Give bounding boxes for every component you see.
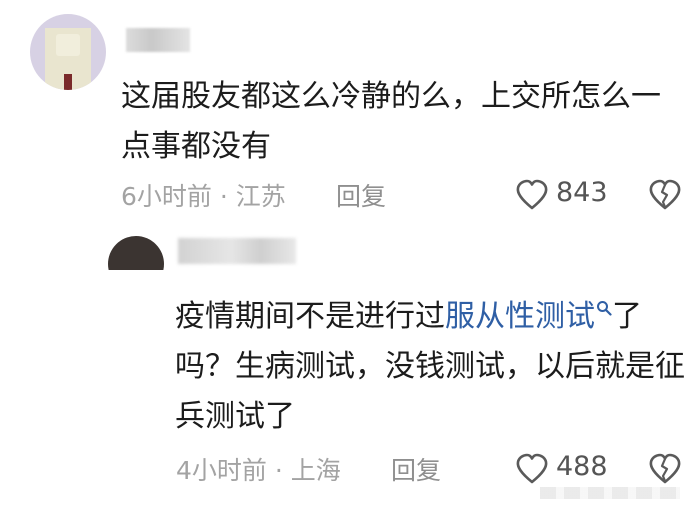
search-link-label[interactable]: 服从性测试: [445, 299, 595, 334]
comment-reply-button[interactable]: 回复: [336, 177, 386, 213]
replier-avatar[interactable]: [108, 236, 164, 270]
reply-text-before: 疫情期间不是进行过: [175, 299, 445, 334]
reply-time-location: 4小时前 · 上海: [176, 456, 341, 485]
like-count: 488: [556, 451, 608, 482]
watermark: [540, 487, 680, 499]
commenter-username-redacted[interactable]: [126, 28, 190, 52]
broken-heart-icon[interactable]: [648, 452, 682, 486]
like-count: 843: [556, 177, 608, 208]
heart-outline-icon[interactable]: [515, 452, 549, 486]
commenter-avatar[interactable]: [30, 14, 106, 90]
heart-outline-icon[interactable]: [515, 178, 549, 212]
reply-reply-button[interactable]: 回复: [391, 451, 441, 487]
search-icon[interactable]: [596, 300, 612, 316]
comment-time-location: 6小时前 · 江苏: [121, 182, 286, 211]
comment-text: 这届股友都这么冷静的么，上交所怎么一点事都没有: [121, 79, 661, 164]
search-link[interactable]: 服从性测试: [445, 299, 612, 334]
broken-heart-icon[interactable]: [648, 178, 682, 212]
replier-username-redacted[interactable]: [178, 238, 296, 264]
reply-text: 疫情期间不是进行过服从性测试 了吗？生病测试，没钱测试，以后就是征兵测试了: [175, 292, 685, 442]
